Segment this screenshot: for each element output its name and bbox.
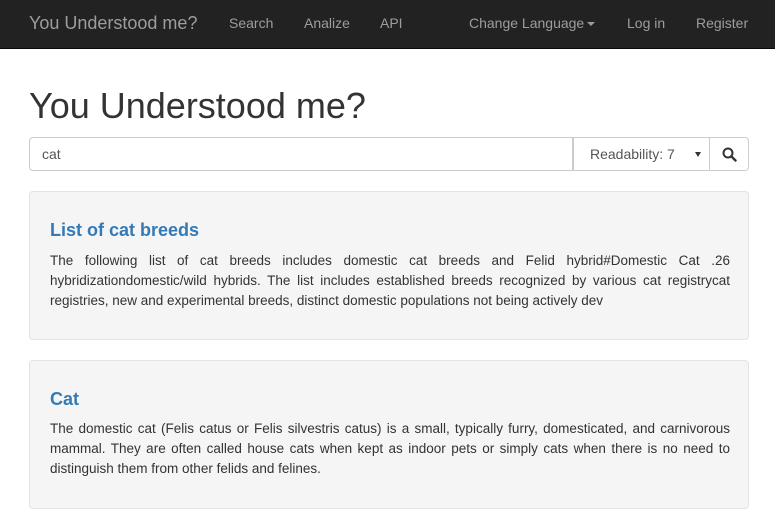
- result-snippet: The following list of cat breeds include…: [50, 253, 730, 308]
- change-language-dropdown[interactable]: Change Language: [469, 0, 596, 48]
- readability-select[interactable]: Readability: 7: [573, 137, 710, 171]
- caret-down-icon: [587, 22, 596, 27]
- login-link[interactable]: Log in: [627, 0, 665, 48]
- result-card: Cat The domestic cat (Felis catus or Fel…: [29, 360, 749, 509]
- top-navbar: You Understood me? Search Analize API Ch…: [0, 0, 775, 49]
- result-title-link[interactable]: Cat: [50, 389, 79, 410]
- navbar-brand[interactable]: You Understood me?: [29, 0, 197, 48]
- nav-link-api[interactable]: API: [380, 0, 403, 48]
- page-title: You Understood me?: [29, 85, 366, 126]
- register-link[interactable]: Register: [696, 0, 748, 48]
- select-arrow-icon: [695, 152, 701, 157]
- search-button[interactable]: [709, 137, 749, 171]
- result-card: List of cat breeds The following list of…: [29, 191, 749, 340]
- result-snippet: The domestic cat (Felis catus or Felis s…: [50, 421, 730, 476]
- result-title-link[interactable]: List of cat breeds: [50, 220, 199, 241]
- search-input[interactable]: cat: [29, 137, 573, 171]
- change-language-label: Change Language: [469, 15, 585, 31]
- nav-link-search[interactable]: Search: [229, 0, 273, 48]
- readability-selected-value: Readability: 7: [590, 146, 675, 162]
- search-icon: [722, 147, 737, 162]
- search-form: cat Readability: 7: [29, 137, 749, 171]
- nav-link-analize[interactable]: Analize: [304, 0, 350, 48]
